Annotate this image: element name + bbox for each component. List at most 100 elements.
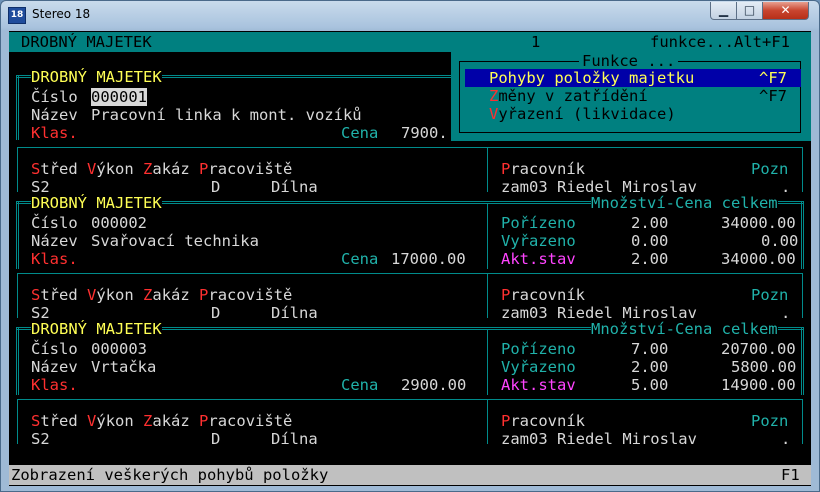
- record3-pracovnik-header: Pracovník: [501, 412, 585, 430]
- record2-vyrazeno-label: Vyřazeno: [501, 232, 576, 250]
- record2-porizeno-qty: 2.00: [631, 214, 669, 232]
- record3-stred[interactable]: S2: [31, 430, 50, 448]
- record3-pracovnik[interactable]: zam03 Riedel Miroslav: [501, 430, 697, 448]
- record3-sub-divider: [487, 399, 488, 444]
- record2-pracoviste[interactable]: Dílna: [271, 304, 318, 322]
- record2-cena-value[interactable]: 17000.00: [391, 250, 466, 268]
- record3-pracoviste[interactable]: Dílna: [271, 430, 318, 448]
- record2-zakaz[interactable]: D: [211, 304, 220, 322]
- record2-pozn[interactable]: .: [781, 304, 790, 322]
- record2-bottom-line: [17, 273, 803, 274]
- record2-cislo-label: Číslo: [31, 214, 78, 232]
- menu-item-pohyby-label[interactable]: Pohyby položky majetku: [489, 69, 694, 87]
- record2-nazev-label: Název: [31, 232, 78, 250]
- record3-qty-header: Množství-Cena celkem: [591, 320, 778, 338]
- menu-item-pohyby-shortcut: ^F7: [759, 69, 787, 87]
- record3-cena-value[interactable]: 2900.00: [401, 376, 466, 394]
- record2-section-title: DROBNÝ MAJETEK: [31, 194, 162, 212]
- record1-zakaz[interactable]: D: [211, 178, 220, 196]
- record3-zakaz[interactable]: D: [211, 430, 220, 448]
- record3-porizeno-qty: 7.00: [631, 340, 669, 358]
- header-page: 1: [531, 33, 541, 51]
- record2-nazev-value[interactable]: Svařovací technika: [91, 232, 259, 250]
- record1-cena-value[interactable]: 7900.: [401, 124, 448, 142]
- app-window: 18 Stereo 18 ▁ □ ✕ DROBNÝ MAJETEK 1 funk…: [0, 0, 820, 492]
- record3-akt-qty: 5.00: [631, 376, 669, 394]
- record2-sub-right: [802, 273, 803, 318]
- record3-border-left: [16, 327, 19, 395]
- record3-border-right: [801, 327, 804, 395]
- record1-cislo-label: Číslo: [31, 88, 78, 106]
- functions-menu-title: Funkce ...: [579, 52, 679, 70]
- window-title: Stereo 18: [32, 7, 91, 21]
- record3-nazev-label: Název: [31, 358, 78, 376]
- record3-vyrazeno-cena: 5800.00: [731, 358, 797, 376]
- record2-pozn-header: Pozn: [751, 286, 789, 304]
- record2-sub-left: [17, 273, 18, 318]
- close-icon: ✕: [780, 3, 791, 17]
- record2-divider: [487, 203, 488, 269]
- record3-cislo-value[interactable]: 000003: [91, 340, 147, 358]
- record1-sub-left: [17, 147, 18, 192]
- record1-pozn[interactable]: .: [781, 178, 790, 196]
- record2-cislo-value[interactable]: 000002: [91, 214, 147, 232]
- record2-porizeno-label: Pořízeno: [501, 214, 576, 232]
- app-icon[interactable]: 18: [8, 7, 26, 24]
- record1-border-left: [16, 75, 19, 140]
- record3-pozn-header: Pozn: [751, 412, 789, 430]
- record1-pracoviste[interactable]: Dílna: [271, 178, 318, 196]
- record2-klas-label: Klas.: [31, 250, 78, 268]
- menu-item-vyrazeni-label[interactable]: Vyřazení (likvidace): [489, 105, 676, 123]
- record3-cislo-label: Číslo: [31, 340, 78, 358]
- menu-item-zmeny-label[interactable]: Změny v zatřídění: [489, 87, 648, 105]
- record2-col-headers: Střed Výkon Zakáz Pracoviště: [31, 286, 293, 304]
- record2-akt-qty: 2.00: [631, 250, 669, 268]
- record1-klas-label: Klas.: [31, 124, 78, 142]
- header-hint[interactable]: funkce...Alt+F1: [650, 33, 790, 51]
- record3-pozn[interactable]: .: [781, 430, 790, 448]
- record1-sub-divider: [487, 147, 488, 192]
- record3-klas-label: Klas.: [31, 376, 78, 394]
- record1-section-title: DROBNÝ MAJETEK: [31, 68, 162, 86]
- maximize-icon: □: [743, 3, 756, 17]
- title-bar[interactable]: 18 Stereo 18 ▁ □ ✕: [1, 1, 819, 29]
- record1-nazev-value[interactable]: Pracovní linka k mont. vozíků: [91, 106, 362, 124]
- record3-porizeno-cena: 20700.00: [721, 340, 796, 358]
- record2-border-left: [16, 201, 19, 269]
- record2-vyrazeno-qty: 0.00: [631, 232, 669, 250]
- record2-pracovnik-header: Pracovník: [501, 286, 585, 304]
- record3-divider: [487, 329, 488, 395]
- record1-pracovnik-header: Pracovník: [501, 160, 585, 178]
- record2-akt-cena: 34000.00: [721, 250, 796, 268]
- record3-vyrazeno-label: Vyřazeno: [501, 358, 576, 376]
- record3-akt-cena: 14900.00: [721, 376, 796, 394]
- record1-cislo-value[interactable]: 000001: [91, 88, 147, 106]
- record2-border-right: [801, 201, 804, 269]
- record3-porizeno-label: Pořízeno: [501, 340, 576, 358]
- record3-col-headers: Střed Výkon Zakáz Pracoviště: [31, 412, 293, 430]
- close-button[interactable]: ✕: [762, 2, 809, 20]
- status-key[interactable]: F1: [781, 466, 800, 484]
- functions-menu: Funkce ... Pohyby položky majetku ^F7 Zm…: [451, 51, 811, 141]
- record3-nazev-value[interactable]: Vrtačka: [91, 358, 156, 376]
- record1-pozn-header: Pozn: [751, 160, 789, 178]
- maximize-button[interactable]: □: [736, 2, 763, 20]
- record3-sub-right: [802, 399, 803, 444]
- header-title: DROBNÝ MAJETEK: [21, 33, 152, 51]
- minimize-button[interactable]: ▁: [710, 2, 737, 20]
- record2-cena-label: Cena: [341, 250, 379, 268]
- record3-section-title: DROBNÝ MAJETEK: [31, 320, 162, 338]
- record2-sub-divider: [487, 273, 488, 318]
- record1-col-headers: Střed Výkon Zakáz Pracoviště: [31, 160, 293, 178]
- record2-akt-label: Akt.stav: [501, 250, 576, 268]
- terminal-console[interactable]: DROBNÝ MAJETEK 1 funkce...Alt+F1 DROBNÝ …: [9, 31, 811, 486]
- record3-sub-left: [17, 399, 18, 444]
- record2-vyrazeno-cena: 0.00: [761, 232, 799, 250]
- status-text: Zobrazení veškerých pohybů položky: [11, 466, 329, 484]
- menu-item-zmeny-shortcut: ^F7: [759, 87, 787, 105]
- record2-qty-header: Množství-Cena celkem: [591, 194, 778, 212]
- record3-vyrazeno-qty: 2.00: [631, 358, 669, 376]
- record1-bottom-line: [17, 147, 803, 148]
- record1-nazev-label: Název: [31, 106, 78, 124]
- record3-akt-label: Akt.stav: [501, 376, 576, 394]
